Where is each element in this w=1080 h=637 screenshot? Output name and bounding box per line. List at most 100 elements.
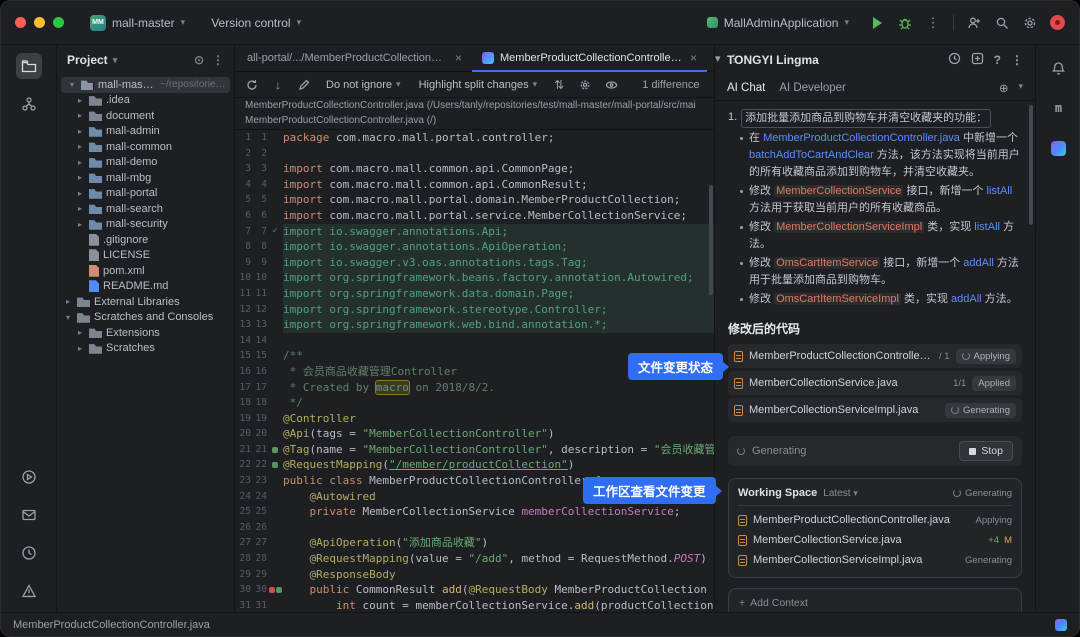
arrow-down-icon[interactable]: ↓ bbox=[269, 76, 287, 94]
chevron-right-icon[interactable]: ▸ bbox=[75, 220, 85, 229]
chevron-right-icon[interactable]: ▸ bbox=[75, 142, 85, 151]
problems-tool-button[interactable] bbox=[16, 578, 42, 604]
add-context-button[interactable]: + Add Context bbox=[739, 597, 1011, 609]
search-everywhere-button[interactable] bbox=[994, 15, 1010, 31]
chevron-right-icon[interactable]: ▸ bbox=[75, 204, 85, 213]
run-tool-button[interactable] bbox=[16, 464, 42, 490]
lingma-scrollbar[interactable] bbox=[1029, 105, 1033, 225]
tree-item[interactable]: ▸Scratches bbox=[57, 341, 234, 357]
lingma-status-icon[interactable] bbox=[1055, 619, 1067, 631]
editor-scrollbar[interactable] bbox=[709, 185, 713, 295]
stop-button[interactable]: Stop bbox=[959, 441, 1013, 461]
edit-icon[interactable] bbox=[295, 76, 313, 94]
collapse-unchanged-icon[interactable]: ⇅ bbox=[550, 76, 568, 94]
tree-item[interactable]: README.md bbox=[57, 279, 234, 295]
project-selector[interactable]: MM mall-master ▾ bbox=[82, 11, 193, 35]
project-tree[interactable]: ▾mall-master [mall]~/repositories/test/m… bbox=[57, 75, 234, 612]
editor-tab[interactable]: MemberProductCollectionController.java× bbox=[472, 45, 707, 71]
gutter-icon-green[interactable] bbox=[276, 587, 282, 593]
accepted-change-icon[interactable]: ✓ bbox=[272, 224, 277, 240]
working-space-filter[interactable]: Latest ▾ bbox=[823, 488, 858, 499]
tree-item[interactable]: ▸Extensions bbox=[57, 325, 234, 341]
tree-item[interactable]: LICENSE bbox=[57, 248, 234, 264]
file-change-row[interactable]: MemberCollectionServiceImpl.javaGenerati… bbox=[728, 398, 1022, 422]
add-chat-icon[interactable]: ⊕ bbox=[999, 81, 1009, 95]
inline-link[interactable]: listAll bbox=[987, 185, 1013, 197]
history-tool-button[interactable] bbox=[16, 540, 42, 566]
commit-tool-button[interactable] bbox=[16, 91, 42, 117]
working-space-row[interactable]: MemberCollectionServiceImpl.javaGenerati… bbox=[738, 550, 1012, 570]
new-chat-icon[interactable] bbox=[971, 52, 984, 68]
code-with-me-button[interactable] bbox=[966, 15, 982, 31]
settings-button[interactable] bbox=[1022, 15, 1038, 31]
diff-settings-icon[interactable] bbox=[576, 76, 594, 94]
working-space-row[interactable]: MemberCollectionService.java+4M bbox=[738, 530, 1012, 550]
tree-item[interactable]: .gitignore bbox=[57, 232, 234, 248]
file-change-status[interactable]: Applying bbox=[956, 349, 1016, 364]
chevron-right-icon[interactable]: ▸ bbox=[63, 297, 73, 306]
chevron-down-icon[interactable]: ▾ bbox=[1018, 81, 1023, 95]
run-configuration-selector[interactable]: MallAdminApplication ▾ bbox=[699, 12, 857, 34]
chevron-right-icon[interactable]: ▸ bbox=[75, 127, 85, 136]
chevron-right-icon[interactable]: ▸ bbox=[75, 111, 85, 120]
inline-link[interactable]: batchAddToCartAndClear bbox=[749, 149, 874, 161]
tree-item[interactable]: ▸mall-mbg bbox=[57, 170, 234, 186]
chevron-right-icon[interactable]: ▸ bbox=[75, 344, 85, 353]
tree-item[interactable]: ▾mall-master [mall]~/repositories/test/m… bbox=[61, 77, 230, 93]
close-window-button[interactable] bbox=[15, 17, 26, 28]
inline-link[interactable]: MemberProductCollectionController.java bbox=[763, 132, 960, 144]
locate-file-icon[interactable]: ⊙ bbox=[194, 53, 204, 67]
tree-item[interactable]: ▸mall-common bbox=[57, 139, 234, 155]
spring-gutter-icon[interactable] bbox=[272, 462, 278, 468]
chevron-right-icon[interactable]: ▸ bbox=[75, 189, 85, 198]
inline-link[interactable]: addAll bbox=[963, 257, 994, 269]
tab-ai-developer[interactable]: AI Developer bbox=[779, 82, 845, 94]
status-bar-file[interactable]: MemberProductCollectionController.java bbox=[13, 619, 210, 631]
spring-gutter-icon[interactable] bbox=[272, 447, 278, 453]
run-button[interactable] bbox=[869, 15, 885, 31]
file-change-status[interactable]: Generating bbox=[945, 403, 1016, 418]
version-control-menu[interactable]: Version control ▾ bbox=[203, 12, 309, 34]
gutter-icon-red[interactable] bbox=[269, 587, 275, 593]
chat-history-icon[interactable] bbox=[948, 52, 961, 68]
tree-item[interactable]: ▾Scratches and Consoles bbox=[57, 310, 234, 326]
chevron-right-icon[interactable]: ▸ bbox=[75, 173, 85, 182]
close-tab-icon[interactable]: × bbox=[690, 51, 697, 65]
lingma-tool-button[interactable] bbox=[1046, 135, 1072, 161]
chevron-down-icon[interactable]: ▾ bbox=[67, 80, 77, 89]
ignore-policy-dropdown[interactable]: Do not ignore ▾ bbox=[321, 77, 406, 93]
minimize-window-button[interactable] bbox=[34, 17, 45, 28]
file-change-row[interactable]: MemberCollectionService.java1/1Applied bbox=[728, 371, 1022, 395]
tree-item[interactable]: ▸mall-admin bbox=[57, 124, 234, 140]
viewer-icon[interactable] bbox=[602, 76, 620, 94]
tree-item[interactable]: ▸document bbox=[57, 108, 234, 124]
inline-link[interactable]: addAll bbox=[951, 293, 982, 305]
highlight-mode-dropdown[interactable]: Highlight split changes ▾ bbox=[414, 77, 543, 93]
chevron-right-icon[interactable]: ▸ bbox=[75, 158, 85, 167]
tree-item[interactable]: pom.xml bbox=[57, 263, 234, 279]
more-actions-button[interactable]: ⋮ bbox=[925, 15, 941, 31]
zoom-window-button[interactable] bbox=[53, 17, 64, 28]
tree-item[interactable]: ▸.idea bbox=[57, 93, 234, 109]
working-space-row[interactable]: MemberProductCollectionController.javaAp… bbox=[738, 510, 1012, 530]
inline-link[interactable]: listAll bbox=[974, 221, 1000, 233]
project-tool-button[interactable] bbox=[16, 53, 42, 79]
close-tab-icon[interactable]: × bbox=[455, 51, 462, 65]
tree-item[interactable]: ▸External Libraries bbox=[57, 294, 234, 310]
chevron-right-icon[interactable]: ▸ bbox=[75, 328, 85, 337]
tree-item[interactable]: ▸mall-security bbox=[57, 217, 234, 233]
file-change-status[interactable]: Applied bbox=[972, 376, 1016, 391]
collapse-all-icon[interactable]: ⋮ bbox=[212, 53, 224, 67]
tab-ai-chat[interactable]: AI Chat bbox=[727, 82, 765, 94]
tree-item[interactable]: ▸mall-search bbox=[57, 201, 234, 217]
refresh-icon[interactable] bbox=[243, 76, 261, 94]
file-change-row[interactable]: MemberProductCollectionController.java/ … bbox=[728, 344, 1022, 368]
panel-more-icon[interactable]: ⋮ bbox=[1011, 53, 1023, 67]
editor-tab[interactable]: all-portal/.../MemberProductCollectionCo… bbox=[237, 45, 472, 71]
maven-tool-button[interactable]: m bbox=[1046, 95, 1072, 121]
notifications-bell-icon[interactable] bbox=[1046, 55, 1072, 81]
avatar[interactable] bbox=[1050, 15, 1065, 30]
tree-item[interactable]: ▸mall-demo bbox=[57, 155, 234, 171]
tree-item[interactable]: ▸mall-portal bbox=[57, 186, 234, 202]
notifications-tool-button[interactable] bbox=[16, 502, 42, 528]
